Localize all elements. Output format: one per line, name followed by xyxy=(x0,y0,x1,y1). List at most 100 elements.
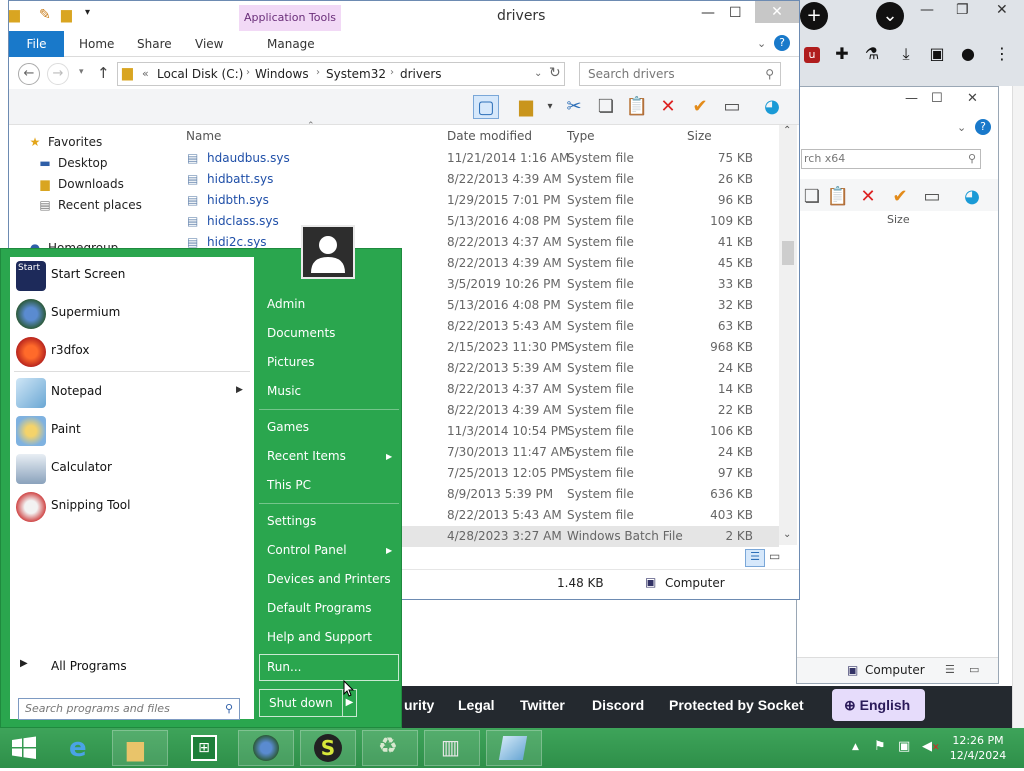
menu-user-admin[interactable]: Admin xyxy=(267,297,305,311)
breadcrumb-drivers[interactable]: drivers xyxy=(400,67,442,81)
properties-icon[interactable]: ▭ xyxy=(719,95,745,119)
cut-icon[interactable]: ✂ xyxy=(561,95,587,119)
column-size[interactable]: Size xyxy=(687,129,712,143)
program-r3dfox[interactable]: r3dfox xyxy=(14,335,250,369)
details-view-icon[interactable]: ☰ xyxy=(745,549,765,567)
address-bar[interactable]: ▆ « Local Disk (C:) › Windows › System32… xyxy=(117,62,565,86)
file-row[interactable]: ▤ hidbth.sys 1/29/2015 7:01 PM System file 9… xyxy=(181,190,779,211)
tab-manage[interactable]: Manage xyxy=(267,37,315,51)
back-icon[interactable]: ← xyxy=(18,63,40,85)
program-calculator[interactable]: Calculator xyxy=(14,452,250,486)
tray-overflow-icon[interactable]: ▲ xyxy=(852,742,859,752)
browser-close-icon[interactable]: ✕ xyxy=(996,2,1008,18)
window2-ribbon-chevron-icon[interactable]: ⌄ xyxy=(957,121,966,134)
new-folder-qat-icon[interactable]: ▆ xyxy=(61,7,72,23)
taskbar-recycle-app[interactable]: ♻ xyxy=(362,730,418,766)
download-icon[interactable]: ⤓ xyxy=(896,44,916,64)
search-input[interactable]: Search drivers ⚲ xyxy=(579,62,781,86)
menu-settings[interactable]: Settings xyxy=(267,514,316,528)
rename-check-icon[interactable]: ✔ xyxy=(687,95,713,119)
taskbar-supermium[interactable] xyxy=(238,730,294,766)
user-avatar[interactable] xyxy=(301,225,355,279)
all-programs[interactable]: All Programs xyxy=(51,659,127,673)
window2-properties-icon[interactable]: ▭ xyxy=(919,185,945,209)
refresh-icon[interactable]: ↻ xyxy=(549,65,561,81)
menu-recent-items[interactable]: Recent Items xyxy=(267,449,346,463)
window2-shell-icon[interactable]: ◕ xyxy=(959,185,985,209)
taskbar-internet-explorer[interactable]: e xyxy=(54,730,110,766)
language-button[interactable]: ⊕ English xyxy=(832,689,925,721)
menu-games[interactable]: Games xyxy=(267,420,309,434)
delete-icon[interactable]: ✕ xyxy=(655,95,681,119)
taskbar-archive-app[interactable]: ▥ xyxy=(424,730,480,766)
window2-close-icon[interactable]: ✕ xyxy=(967,91,978,106)
window2-delete-icon[interactable]: ✕ xyxy=(855,185,881,209)
menu-devices-printers[interactable]: Devices and Printers xyxy=(267,572,391,586)
program-notepad[interactable]: Notepad ▶ xyxy=(14,376,250,410)
browser-minimize-icon[interactable]: — xyxy=(920,2,934,18)
maximize-icon[interactable]: ☐ xyxy=(729,5,742,21)
ribbon-expand-icon[interactable]: ⌄ xyxy=(757,37,766,50)
program-supermium[interactable]: Supermium xyxy=(14,297,250,331)
menu-pictures[interactable]: Pictures xyxy=(267,355,315,369)
window2-paste-icon[interactable]: 📋 xyxy=(825,185,851,209)
tab-file[interactable]: File xyxy=(9,31,64,57)
up-icon[interactable]: ↑ xyxy=(97,64,110,82)
footer-link-legal[interactable]: Legal xyxy=(458,697,495,713)
browser-restore-icon[interactable]: ❐ xyxy=(956,2,969,18)
address-dropdown-icon[interactable]: ⌄ xyxy=(534,68,542,79)
window2-help-icon[interactable]: ? xyxy=(975,119,991,135)
nav-favorites[interactable]: ★ Favorites xyxy=(27,135,103,149)
page-scrollbar[interactable] xyxy=(1012,86,1024,728)
ublock-icon[interactable]: u xyxy=(804,47,820,63)
action-center-flag-icon[interactable]: ⚑ xyxy=(874,739,886,754)
tab-list-chevron-icon[interactable]: ⌄ xyxy=(876,2,904,30)
overflow-chevron-icon[interactable]: « xyxy=(142,67,149,80)
breadcrumb-separator-icon[interactable]: › xyxy=(246,67,250,78)
window2-column-size[interactable]: Size xyxy=(887,213,910,226)
more-icon[interactable]: ⋮ xyxy=(992,44,1012,64)
menu-default-programs[interactable]: Default Programs xyxy=(267,601,372,615)
breadcrumb-windows[interactable]: Windows xyxy=(255,67,309,81)
qat-dropdown-icon[interactable]: ▾ xyxy=(85,7,90,18)
menu-music[interactable]: Music xyxy=(267,384,301,398)
scroll-thumb[interactable] xyxy=(782,241,794,265)
sidebar-icon[interactable]: ▣ xyxy=(927,44,947,64)
taskbar-notepad[interactable] xyxy=(486,730,542,766)
window2-search-input[interactable]: rch x64 ⚲ xyxy=(801,149,981,169)
taskbar-store[interactable]: ⊞ xyxy=(176,730,232,766)
network-icon[interactable]: ▣ xyxy=(898,739,910,754)
column-name[interactable]: Name xyxy=(186,129,221,143)
puzzle-icon[interactable]: ✚ xyxy=(832,44,852,64)
nav-desktop[interactable]: ▬ Desktop xyxy=(37,156,107,170)
tab-view[interactable]: View xyxy=(195,37,223,51)
volume-muted-icon[interactable]: ◀✕ xyxy=(922,739,940,754)
menu-help-support[interactable]: Help and Support xyxy=(267,630,372,644)
footer-link-socket[interactable]: Protected by Socket xyxy=(669,697,804,713)
footer-link-twitter[interactable]: Twitter xyxy=(520,697,565,713)
window2-tiles-view-icon[interactable]: ▭ xyxy=(969,663,979,676)
file-row[interactable]: ▤ hdaudbus.sys 11/21/2014 1:16 AM System fi… xyxy=(181,148,779,169)
file-row[interactable]: ▤ hidbatt.sys 8/22/2013 4:39 AM System file… xyxy=(181,169,779,190)
start-search-input[interactable]: Search programs and files ⚲ xyxy=(18,698,240,720)
breadcrumb-local-disk[interactable]: Local Disk (C:) xyxy=(157,67,243,81)
tab-share[interactable]: Share xyxy=(137,37,172,51)
menu-run[interactable]: Run... xyxy=(259,654,399,681)
preview-pane-icon[interactable]: ▢ xyxy=(473,95,499,119)
column-type[interactable]: Type xyxy=(567,129,595,143)
nav-downloads[interactable]: ▆ Downloads xyxy=(37,177,124,191)
copy-icon[interactable]: ❏ xyxy=(593,95,619,119)
file-row[interactable]: ▤ hidclass.sys 5/13/2016 4:08 PM System fil… xyxy=(181,211,779,232)
forward-icon[interactable]: → xyxy=(47,63,69,85)
menu-documents[interactable]: Documents xyxy=(267,326,335,340)
window2-check-icon[interactable]: ✔ xyxy=(887,185,913,209)
properties-qat-icon[interactable]: ✎ xyxy=(39,7,51,23)
new-tab-plus-icon[interactable]: + xyxy=(800,2,828,30)
window2-copy-icon[interactable]: ❏ xyxy=(799,185,825,209)
program-start-screen[interactable]: Start Start Screen xyxy=(14,259,250,293)
taskbar-file-explorer[interactable]: ▆ xyxy=(112,730,168,766)
recent-locations-icon[interactable]: ▾ xyxy=(79,67,84,77)
minimize-icon[interactable]: — xyxy=(701,5,715,21)
scroll-down-icon[interactable]: ⌄ xyxy=(783,529,791,540)
shell-icon[interactable]: ◕ xyxy=(759,95,785,119)
